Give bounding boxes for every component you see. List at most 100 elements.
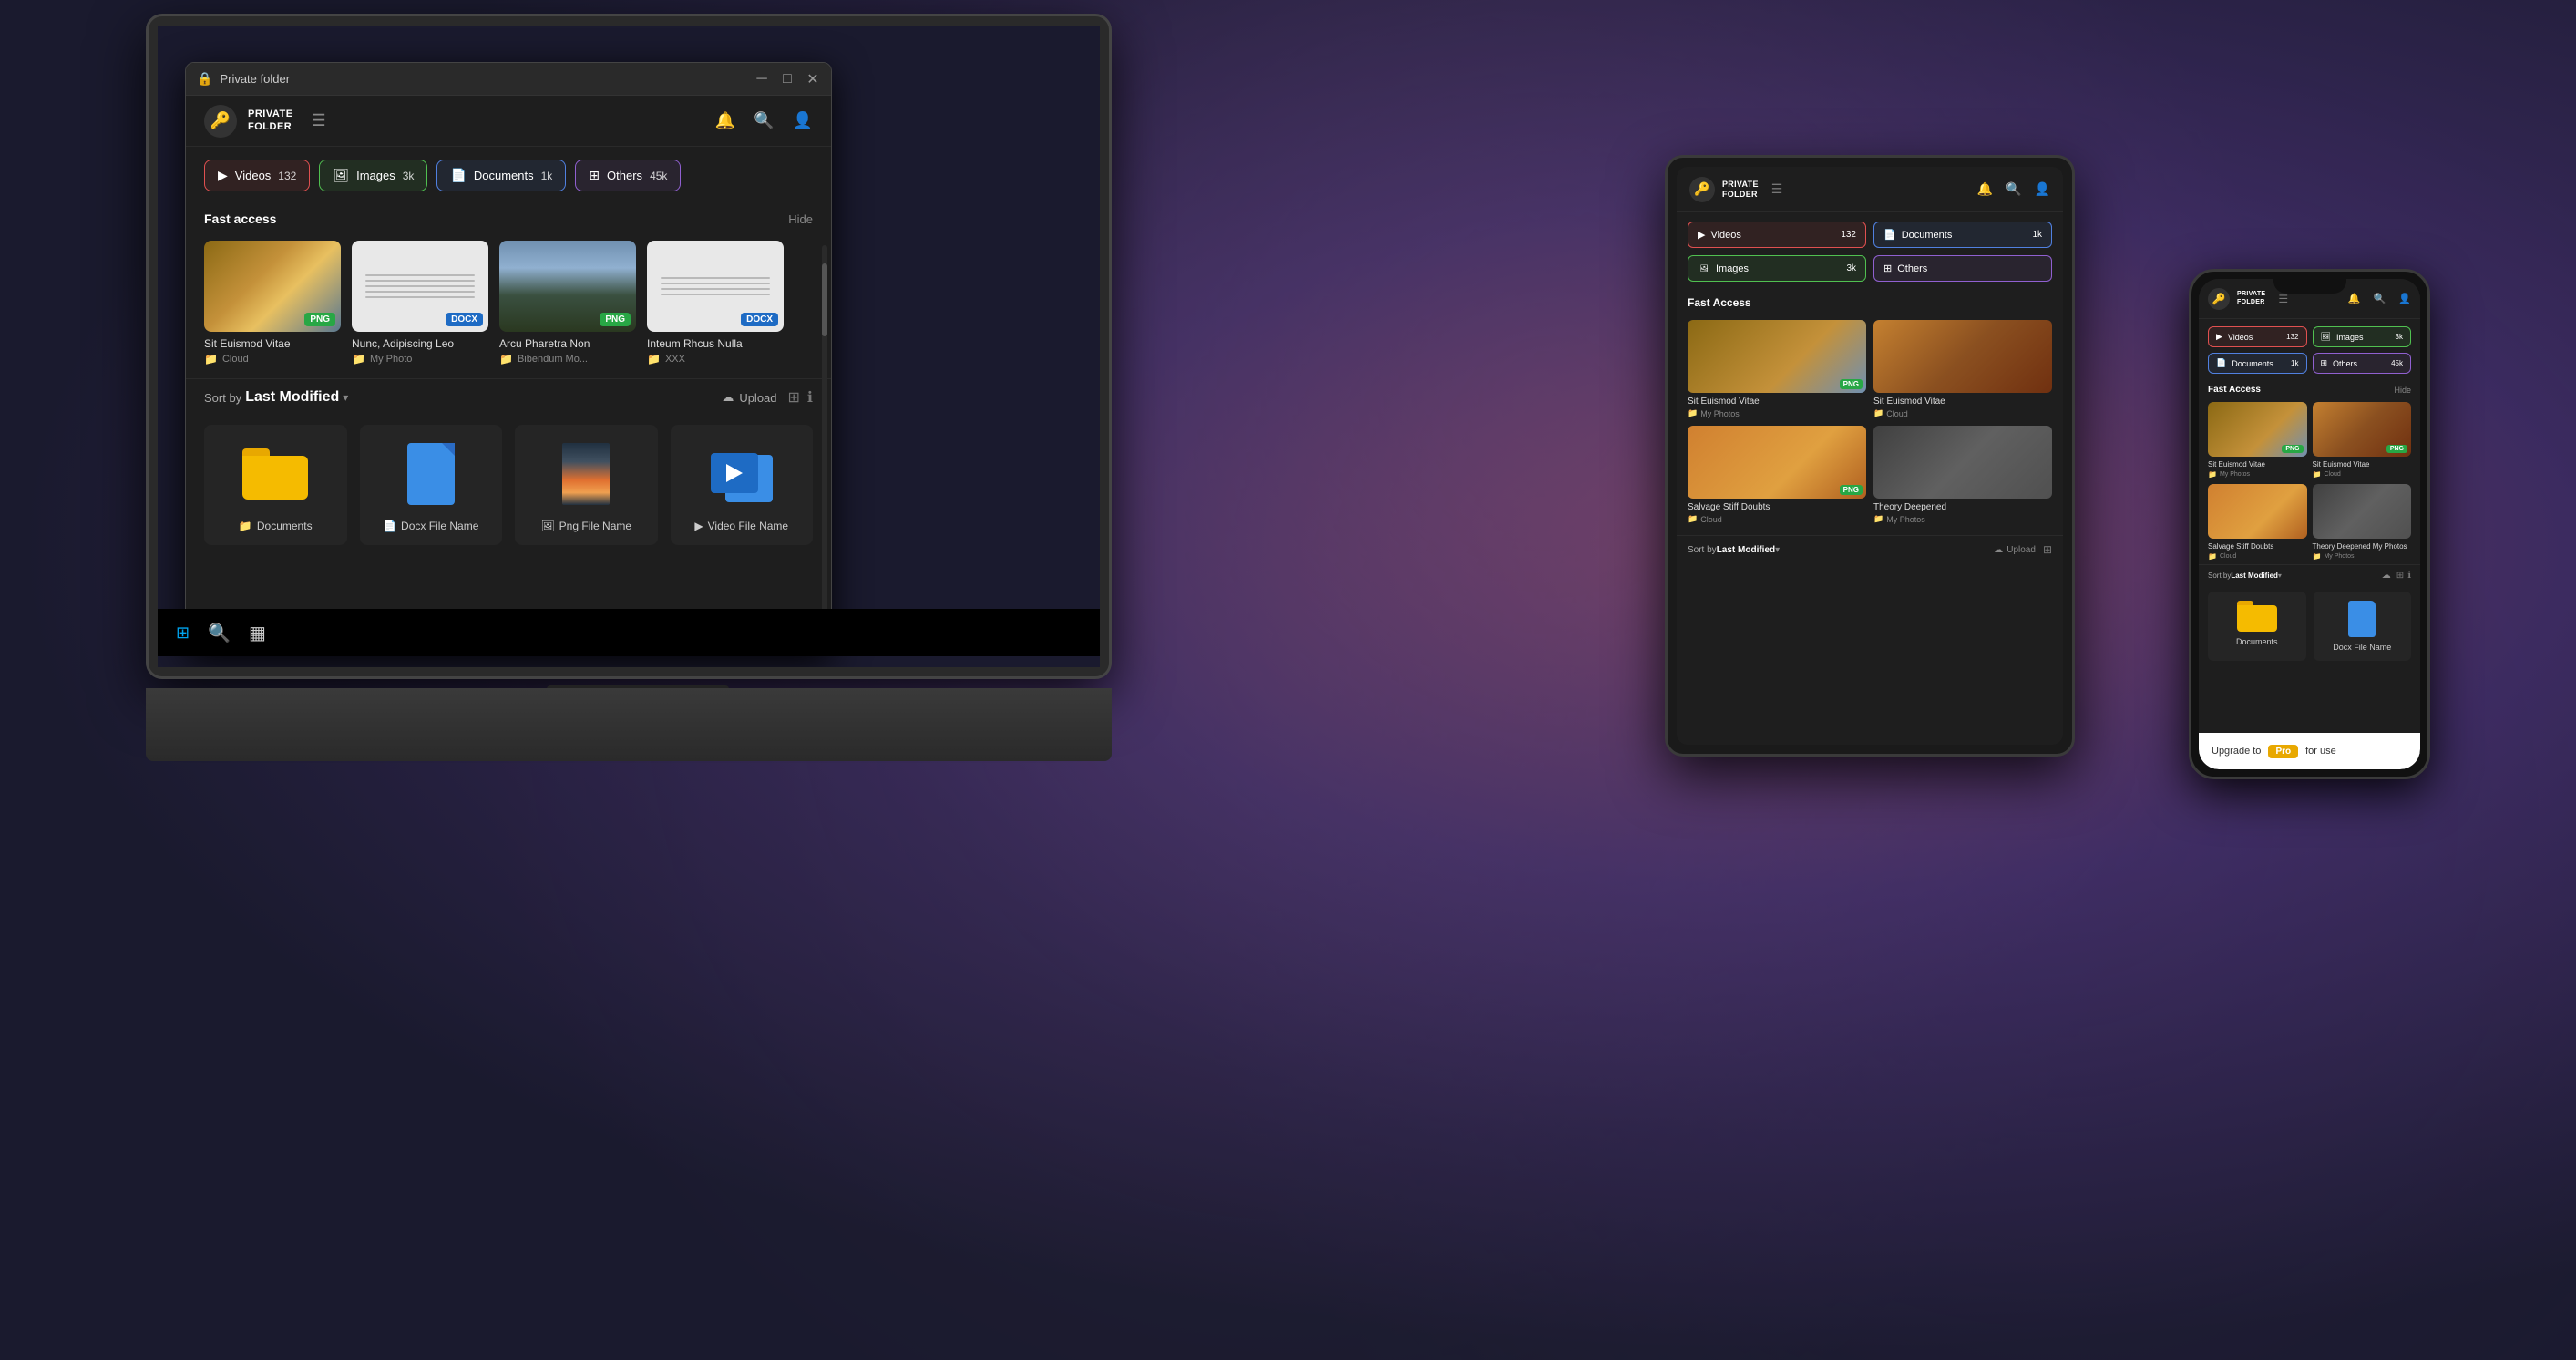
- tablet-fast-access-title: Fast Access: [1688, 296, 2052, 309]
- tablet-hamburger-icon[interactable]: ☰: [1771, 181, 1783, 197]
- view-toggle: ⊞ ℹ: [788, 388, 813, 407]
- close-button[interactable]: ✕: [806, 72, 820, 87]
- tablet-others-icon: ⊞: [1883, 263, 1892, 274]
- tab-documents[interactable]: 📄 Documents 1k: [436, 160, 566, 191]
- phone-tab-others[interactable]: ⊞ Others 45k: [2313, 353, 2412, 374]
- hide-button[interactable]: Hide: [788, 212, 813, 226]
- phone-fa-folder-1: 📁 Cloud: [2313, 470, 2412, 479]
- phone-info-icon[interactable]: ℹ: [2407, 571, 2411, 581]
- phone-fa-thumb-3: [2313, 484, 2412, 539]
- phone-logo: 🔑: [2208, 288, 2230, 310]
- tablet-search-icon[interactable]: 🔍: [2006, 181, 2021, 197]
- tablet-tab-images[interactable]: 🖼 Images 3k: [1688, 255, 1866, 282]
- tab-images[interactable]: 🖼 Images 3k: [319, 160, 427, 191]
- tablet-profile-icon[interactable]: 👤: [2035, 181, 2050, 197]
- titlebar-lock-icon: 🔒: [197, 71, 212, 87]
- tablet-sort-value[interactable]: Last Modified: [1717, 545, 1775, 555]
- phone-fa-item-2[interactable]: Salvage Stiff Doubts 📁 Cloud: [2208, 484, 2307, 561]
- phone-bell-icon[interactable]: 🔔: [2348, 293, 2361, 304]
- taskbar-search-icon[interactable]: 🔍: [208, 622, 231, 644]
- tab-videos[interactable]: ▶ Videos 132: [204, 160, 310, 191]
- phone-sort-chevron-icon[interactable]: ▾: [2278, 572, 2282, 580]
- phone-tab-images[interactable]: 🖼 Images 3k: [2313, 326, 2412, 347]
- tablet-title-block: PRIVATE FOLDER: [1722, 180, 1759, 200]
- minimize-button[interactable]: ─: [754, 72, 769, 87]
- search-icon[interactable]: 🔍: [754, 111, 774, 130]
- phone-fa-item-1[interactable]: PNG Sit Euismod Vitae 📁 Cloud: [2313, 402, 2412, 479]
- phone-upload-icon[interactable]: ☁: [2382, 571, 2391, 581]
- phone-search-icon[interactable]: 🔍: [2374, 293, 2386, 304]
- tablet-sort-chevron-icon[interactable]: ▾: [1775, 545, 1780, 555]
- phone-profile-icon[interactable]: 👤: [2398, 293, 2411, 304]
- upgrade-pro-button[interactable]: Pro: [2268, 745, 2298, 758]
- fast-access-item-2[interactable]: PNG Arcu Pharetra Non 📁 Bibendum Mo...: [499, 241, 636, 366]
- file-item-docx[interactable]: 📄 Docx File Name: [360, 425, 503, 545]
- sort-value[interactable]: Last Modified: [245, 389, 339, 406]
- scrollbar-thumb[interactable]: [822, 263, 827, 336]
- laptop-device: 🔒 Private folder ─ □ ✕ 🔑 PRIVATE FOLDER: [146, 14, 1130, 761]
- file-item-video[interactable]: ▶ Video File Name: [671, 425, 814, 545]
- file-item-png[interactable]: 🖼 Png File Name: [515, 425, 658, 545]
- fast-access-item-0[interactable]: PNG Sit Euismod Vitae 📁 Cloud: [204, 241, 341, 366]
- phone-file-item-folder[interactable]: Documents: [2208, 592, 2306, 661]
- phone-grid-view-icon[interactable]: ⊞: [2396, 571, 2404, 581]
- phone-file-item-docx[interactable]: Docx File Name: [2314, 592, 2412, 661]
- info-icon[interactable]: ℹ: [807, 388, 813, 407]
- bell-icon[interactable]: 🔔: [715, 111, 735, 130]
- tablet-bell-icon[interactable]: 🔔: [1977, 181, 1993, 197]
- phone-sort-prefix: Sort by: [2208, 572, 2231, 580]
- tablet-title-line1: PRIVATE: [1722, 180, 1759, 190]
- play-icon: [726, 464, 743, 482]
- phone-tab-videos[interactable]: ▶ Videos 132: [2208, 326, 2307, 347]
- phone-fa-item-0[interactable]: PNG Sit Euismod Vitae 📁 My Photos: [2208, 402, 2307, 479]
- tablet-fa-item-2[interactable]: PNG Salvage Stiff Doubts 📁 Cloud: [1688, 426, 1866, 524]
- tablet-fa-item-1[interactable]: Sit Euismod Vitae 📁 Cloud: [1873, 320, 2052, 418]
- phone-fa-name-2: Salvage Stiff Doubts: [2208, 542, 2307, 551]
- fast-access-item-1[interactable]: DOCX Nunc, Adipiscing Leo 📁 My Photo: [352, 241, 488, 366]
- phone-tab-documents[interactable]: 📄 Documents 1k: [2208, 353, 2307, 374]
- fast-access-item-3[interactable]: DOCX Inteum Rhcus Nulla 📁 XXX: [647, 241, 784, 366]
- phone-fast-access-title: Fast Access: [2208, 385, 2394, 395]
- phone-folder-shape: [2237, 601, 2277, 632]
- phone-title-line2: FOLDER: [2237, 299, 2265, 306]
- tablet-fa-folder-3: 📁 My Photos: [1873, 514, 2052, 524]
- phone-sort-value[interactable]: Last Modified: [2231, 572, 2278, 580]
- tablet-tab-documents[interactable]: 📄 Documents 1k: [1873, 222, 2052, 248]
- tablet-fa-name-3: Theory Deepened: [1873, 502, 2052, 512]
- tablet-fa-item-0[interactable]: PNG Sit Euismod Vitae 📁 My Photos: [1688, 320, 1866, 418]
- maximize-button[interactable]: □: [780, 72, 795, 87]
- file-item-folder[interactable]: 📁 Documents: [204, 425, 347, 545]
- fa-thumb-3: DOCX: [647, 241, 784, 332]
- tablet-tab-videos[interactable]: ▶ Videos 132: [1688, 222, 1866, 248]
- tablet-fa-thumb-0: PNG: [1688, 320, 1866, 393]
- tablet-documents-icon: 📄: [1883, 229, 1896, 241]
- upload-label: Upload: [739, 391, 776, 405]
- video-shape: [711, 446, 773, 502]
- phone-videos-count: 132: [2286, 333, 2298, 341]
- tablet-fa-folder-0: 📁 My Photos: [1688, 408, 1866, 418]
- upgrade-suffix: for use: [2305, 746, 2336, 757]
- sort-chevron-icon[interactable]: ▾: [343, 391, 348, 404]
- taskbar-apps-icon[interactable]: ▦: [249, 622, 266, 644]
- tablet-grid-view-icon[interactable]: ⊞: [2043, 543, 2052, 556]
- folder-icon-1: 📁: [352, 353, 365, 366]
- phone-category-tabs: ▶ Videos 132 🖼 Images 3k 📄 Documents 1k: [2199, 319, 2420, 381]
- grid-view-icon[interactable]: ⊞: [788, 388, 800, 407]
- phone-fa-item-3[interactable]: Theory Deepened My Photos 📁 My Photos: [2313, 484, 2412, 561]
- windows-button[interactable]: ⊞: [176, 623, 190, 643]
- tablet-fa-item-3[interactable]: Theory Deepened 📁 My Photos: [1873, 426, 2052, 524]
- upload-button[interactable]: ☁ Upload: [722, 390, 776, 405]
- phone-hide-button[interactable]: Hide: [2394, 386, 2411, 395]
- tab-others[interactable]: ⊞ Others 45k: [575, 160, 681, 191]
- tablet-tab-others[interactable]: ⊞ Others: [1873, 255, 2052, 282]
- tablet-upload-button[interactable]: ☁ Upload: [1994, 545, 2036, 555]
- fa-thumb-0: PNG: [204, 241, 341, 332]
- tab-images-count: 3k: [403, 170, 415, 182]
- profile-icon[interactable]: 👤: [793, 111, 813, 130]
- tab-documents-count: 1k: [541, 170, 553, 182]
- png-shape: [562, 443, 610, 505]
- phone-fa-folder-2: 📁 Cloud: [2208, 552, 2307, 561]
- hamburger-menu-icon[interactable]: ☰: [312, 111, 326, 130]
- phone-hamburger-icon[interactable]: ☰: [2278, 293, 2288, 305]
- tablet-videos-icon: ▶: [1698, 229, 1705, 241]
